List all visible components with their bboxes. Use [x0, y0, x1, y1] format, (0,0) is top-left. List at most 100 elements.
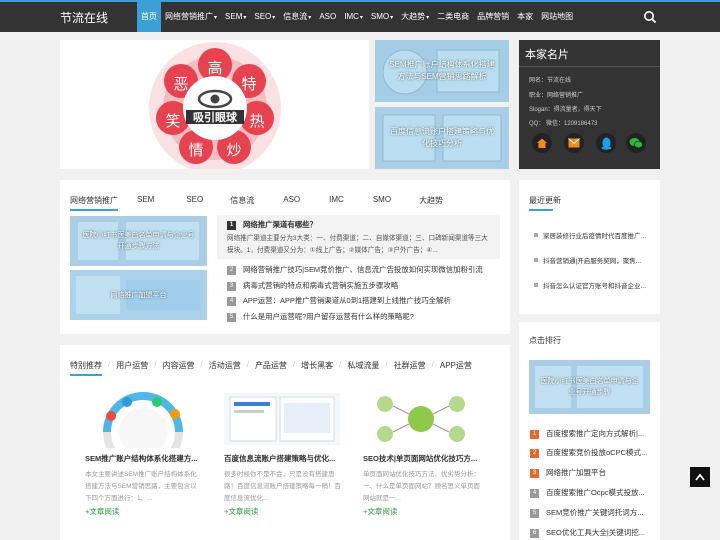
tab-separator: /: [292, 360, 296, 369]
tab-seo[interactable]: SEO: [186, 195, 203, 211]
featured-thumb[interactable]: 百度信息流账户搭建策略与优化技巧分析: [375, 107, 509, 169]
bullet: [534, 258, 538, 262]
nav-label: IMC: [344, 12, 359, 21]
list-item[interactable]: 2 网络营销推广技巧|SEM竞价推广、信息流广告投放如何实现微信加粉引流: [227, 264, 483, 275]
tab-user-ops[interactable]: 用户运营: [116, 360, 148, 376]
nav-item-seo[interactable]: SEO▾: [250, 2, 279, 32]
rank-item[interactable]: 6 SEO优化工具大全|关键词挖...: [530, 527, 645, 538]
rank-number: 2: [227, 265, 236, 275]
tab-marketing[interactable]: 网络营销推广: [70, 195, 118, 211]
thumb-caption: 百度信息流账户搭建策略与优化技巧分析: [375, 107, 509, 169]
featured-thumb[interactable]: SEM推广账户结构体系化搭建方法与SEM营销思路解析: [375, 40, 509, 102]
feature-card[interactable]: 网络推广加盟平台: [70, 270, 207, 320]
rank-item[interactable]: 1 百度搜索推广定向方式解析|...: [530, 428, 644, 439]
chevron-down-icon: ▾: [214, 15, 218, 21]
tab-community[interactable]: 社群运营: [394, 360, 426, 376]
nav-label: 网络营销推广: [165, 12, 213, 21]
card-summary: 本文主要讲述SEM推广账户结构体系化搭建方法与SEM营销思路，主要包含以下四个方…: [85, 471, 197, 502]
category-tabs: 网络营销推广 SEM SEO 信息流 ASO IMC SMO 大趋势: [70, 195, 443, 211]
list-item[interactable]: 5 什么是用户运营呢?用户留存运营有什么样的策略呢?: [227, 311, 414, 322]
nav-item-ecommerce[interactable]: 二类电商: [433, 2, 473, 32]
slide-center-text: 吸引眼球: [193, 110, 238, 124]
tab-event-ops[interactable]: 活动运营: [209, 360, 241, 376]
rank-number: 1: [530, 429, 539, 439]
chevron-down-icon: ▾: [308, 15, 312, 21]
nav-item-home[interactable]: 首页: [137, 2, 161, 32]
tab-app-ops[interactable]: APP运营: [440, 360, 472, 376]
nav-item-marketing[interactable]: 网络营销推广▾: [161, 2, 221, 32]
rank-item[interactable]: 2 百度搜索竞价投放oCPC模式...: [530, 447, 647, 458]
list-item[interactable]: 4 APP运营：APP推广营销渠道从0到1搭建到上线推广技巧全解析: [227, 295, 451, 306]
nav-item-about[interactable]: 本家: [513, 2, 537, 32]
site-logo[interactable]: 节流在线: [60, 9, 108, 26]
nav-item-feed[interactable]: 信息流▾: [279, 2, 315, 32]
feature-card[interactable]: 医院小红书医美白名单申请与企业号开通步骤方法: [70, 216, 207, 266]
tab-growth[interactable]: 增长黑客: [301, 360, 333, 376]
rank-title: 百度搜索推广定向方式解析|...: [546, 429, 645, 438]
recent-title: 最近更新: [529, 196, 561, 205]
tab-trend[interactable]: 大趋势: [419, 195, 443, 211]
tab-content-ops[interactable]: 内容运营: [162, 360, 194, 376]
search-icon[interactable]: [643, 10, 657, 24]
tab-separator: /: [385, 360, 388, 369]
tab-product-ops[interactable]: 产品运营: [255, 360, 287, 376]
recent-item[interactable]: 抖音怎么认证官方账号和抖音企业...: [543, 280, 646, 290]
tab-feed[interactable]: 信息流: [230, 195, 254, 211]
hot-title-text: 网络推广渠道有哪些？: [243, 220, 317, 229]
feature-caption: 网络推广加盟平台: [70, 270, 207, 320]
nav-item-sem[interactable]: SEM▾: [221, 2, 250, 32]
petal-text: 情: [188, 142, 203, 159]
hero-slider[interactable]: 高 特 热 炒 情 笑 恶 吸引眼球: [60, 40, 369, 169]
read-more-link[interactable]: +文章阅读: [85, 506, 119, 517]
card-image: [224, 393, 340, 445]
profile-title: 本家名片: [525, 49, 569, 61]
banner-caption: 医院小红书医美白名单申请与企业号开通步骤: [529, 360, 650, 414]
card-title[interactable]: SEO技术|单页面网站优化技巧方...: [363, 453, 477, 464]
nav-item-imc[interactable]: IMC▾: [340, 2, 367, 32]
read-more-link[interactable]: +文章阅读: [224, 506, 258, 517]
rank-number: 1: [227, 220, 236, 230]
nav-item-aso[interactable]: ASO: [315, 2, 340, 32]
card-summary: 单页面网站优化技巧方法、优劣势分析：一、什么是单页面网站？顾名思义单页面网站就是…: [363, 471, 480, 502]
back-to-top-button[interactable]: [690, 467, 710, 487]
nav-item-sitemap[interactable]: 网站地图: [537, 2, 577, 32]
rank-item[interactable]: 3 网络推广加盟平台: [530, 467, 606, 478]
rank-title: SEM竞价推广关键词托词方...: [546, 508, 644, 517]
nav-item-brand[interactable]: 品牌营销: [473, 2, 513, 32]
wechat-icon[interactable]: [626, 133, 646, 153]
recent-item[interactable]: 家居装修行业后疫情时代百度推广...: [543, 230, 646, 240]
mail-icon[interactable]: [564, 133, 584, 153]
hot-article-summary: 网络推广渠道主要分为3大类：一、付费渠道；二、自媒体渠道；三、口碑新闻渠道等三大…: [227, 235, 488, 254]
hot-article-title[interactable]: 1 网络推广渠道有哪些？: [227, 219, 317, 230]
tab-aso[interactable]: ASO: [283, 195, 300, 211]
tab-sem[interactable]: SEM: [137, 195, 154, 211]
tab-imc[interactable]: IMC: [329, 195, 344, 211]
petal-text: 高: [207, 60, 222, 77]
chevron-down-icon: ▾: [272, 15, 276, 21]
qq-icon[interactable]: [596, 133, 616, 153]
nav-item-trend[interactable]: 大趋势▾: [397, 2, 433, 32]
nav-label: SEO: [254, 12, 272, 21]
ranking-banner[interactable]: 医院小红书医美白名单申请与企业号开通步骤: [529, 360, 650, 414]
rank-item[interactable]: 5 SEM竞价推广关键词托词方...: [530, 507, 644, 518]
bullet: [534, 233, 538, 237]
read-more-link[interactable]: +文章阅读: [363, 506, 397, 517]
recent-item[interactable]: 抖音营销通|开启服务契网，聚焦...: [543, 255, 641, 265]
tab-separator: /: [200, 360, 203, 369]
list-item[interactable]: 3 病毒式营销的特点和病毒式营销实施五步骤攻略: [227, 280, 398, 291]
ranking-title: 点击排行: [529, 336, 561, 345]
tab-private[interactable]: 私域流量: [347, 360, 379, 376]
profile-line: Slogan：得流量者，得天下: [529, 107, 602, 113]
rank-title: 百度搜索竞价投放oCPC模式...: [546, 448, 648, 457]
nav-label: ASO: [319, 12, 337, 21]
list-item-title: APP运营：APP推广营销渠道从0到1搭建到上线推广技巧全解析: [243, 296, 451, 305]
chevron-down-icon: ▾: [426, 15, 430, 21]
home-icon[interactable]: [532, 133, 552, 153]
tab-smo[interactable]: SMO: [373, 195, 391, 211]
rank-item[interactable]: 4 百度搜索推广Ocpc模式投放...: [530, 487, 645, 498]
card-title[interactable]: SEM推广账户结构体系化搭建方...: [85, 453, 198, 464]
nav-label: 大趋势: [401, 12, 426, 21]
card-title[interactable]: 百度信息流账户搭建策略与优化...: [224, 453, 335, 464]
tab-special[interactable]: 特别推荐: [70, 360, 102, 376]
nav-item-smo[interactable]: SMO▾: [367, 2, 397, 32]
